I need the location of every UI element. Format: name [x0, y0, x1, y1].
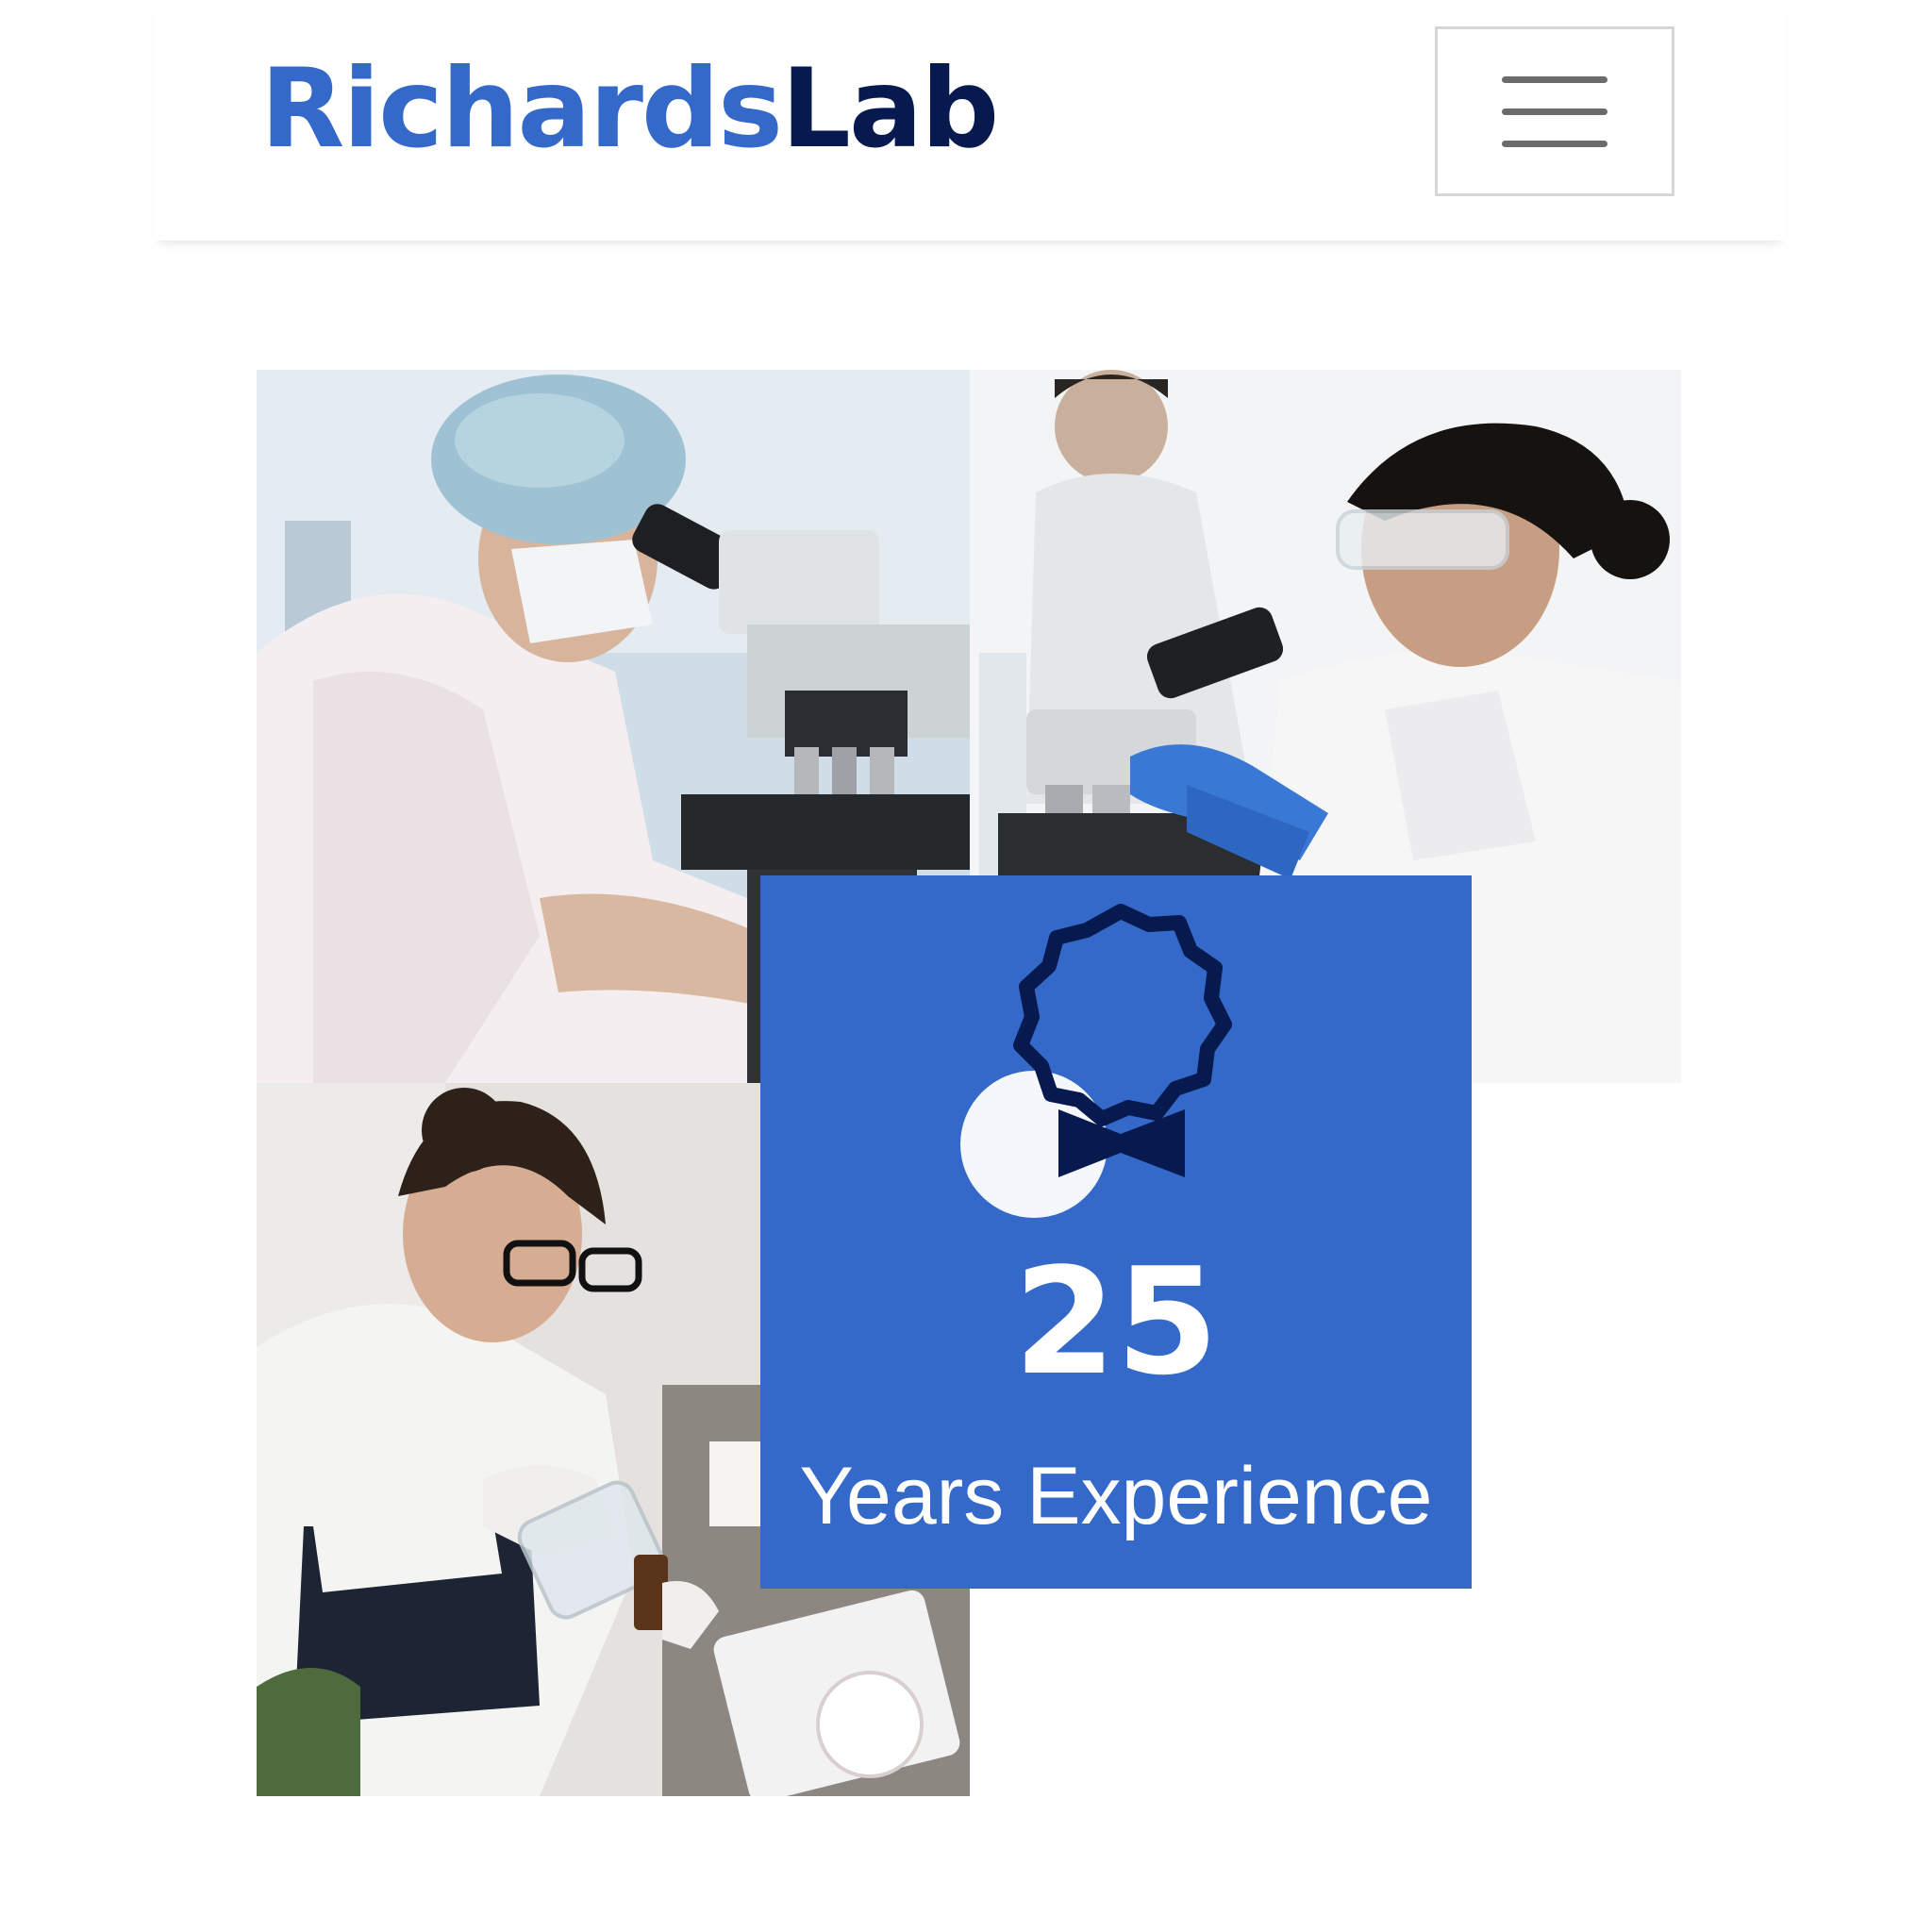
- site-logo[interactable]: RichardsLab: [260, 55, 999, 164]
- hamburger-icon: [1502, 76, 1607, 83]
- experience-badge: 25 Years Experience: [760, 875, 1472, 1589]
- award-ribbon-icon: [960, 904, 1232, 1218]
- logo-text-lab: Lab: [781, 45, 999, 173]
- hamburger-icon-bar-middle: [1502, 108, 1607, 115]
- site-header: RichardsLab: [154, 0, 1786, 241]
- menu-toggle-button[interactable]: [1435, 26, 1674, 196]
- years-number: 25: [1013, 1236, 1219, 1407]
- logo-text-richards: Richards: [260, 45, 783, 173]
- hamburger-icon-bar-bottom: [1502, 141, 1607, 147]
- years-experience-label: Years Experience: [799, 1451, 1433, 1541]
